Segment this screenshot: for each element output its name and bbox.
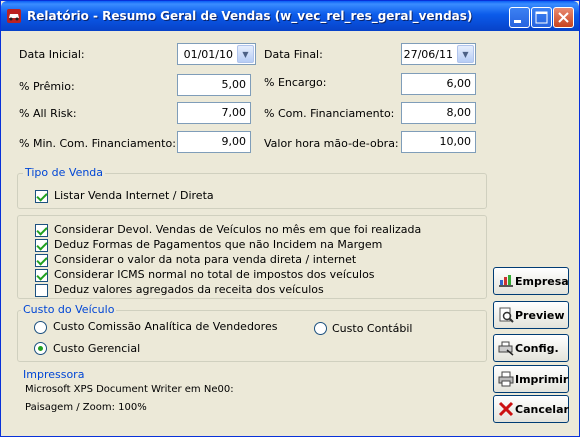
printer-name: Microsoft XPS Document Writer em Ne00: <box>25 384 234 395</box>
data-inicial-value: 01/01/10 <box>183 48 233 61</box>
custo-gerencial-radio[interactable] <box>34 342 47 355</box>
encargo-field[interactable]: 6,00 <box>401 73 476 95</box>
option-checkbox[interactable] <box>35 224 48 237</box>
option-checkbox[interactable] <box>35 239 48 252</box>
chevron-down-icon: ▼ <box>462 50 469 59</box>
minimize-icon <box>514 20 521 23</box>
data-final-value: 27/06/11 <box>403 48 453 61</box>
listar-venda-internet-checkbox[interactable] <box>35 190 48 203</box>
tipo-venda-title: Tipo de Venda <box>23 166 106 179</box>
chevron-down-icon: ▼ <box>242 50 249 59</box>
maximize-button[interactable] <box>531 7 552 28</box>
preview-button-label: Preview <box>515 309 565 322</box>
option-checkbox[interactable] <box>35 254 48 267</box>
custo-veiculo-title: Custo do Veículo <box>21 303 117 316</box>
imprimir-button[interactable]: Imprimir <box>493 365 569 393</box>
cancelar-button[interactable]: Cancelar <box>493 395 569 423</box>
config-button[interactable]: Config. <box>493 334 569 362</box>
custo-gerencial-label: Custo Gerencial <box>53 342 141 355</box>
window-title: Relatório - Resumo Geral de Vendas (w_ve… <box>27 9 473 23</box>
empresa-button-label: Empresa <box>515 275 569 288</box>
cancelar-button-label: Cancelar <box>515 403 569 416</box>
data-final-dropdown-button[interactable]: ▼ <box>457 45 474 63</box>
imprimir-button-label: Imprimir <box>515 373 569 386</box>
option-label: Considerar ICMS normal no total de impos… <box>54 268 375 281</box>
option-checkbox[interactable] <box>35 284 48 297</box>
custo-contabil-radio[interactable] <box>314 322 327 335</box>
valor-hora-field[interactable]: 10,00 <box>401 131 476 153</box>
close-icon <box>558 12 569 23</box>
title-bar[interactable]: Relatório - Resumo Geral de Vendas (w_ve… <box>1 1 579 31</box>
com-financiamento-field[interactable]: 8,00 <box>401 102 476 124</box>
option-label: Deduz Formas de Pagamentos que não Incid… <box>54 238 383 251</box>
impressora-title: Impressora <box>21 368 87 381</box>
data-inicial-dropdown-button[interactable]: ▼ <box>237 45 254 63</box>
close-button[interactable] <box>553 7 574 28</box>
listar-venda-internet-label: Listar Venda Internet / Direta <box>54 189 214 202</box>
config-button-label: Config. <box>515 342 559 355</box>
data-inicial-label: Data Inicial: <box>19 48 85 61</box>
minimize-button[interactable] <box>509 7 530 28</box>
custo-comissao-label: Custo Comissão Analítica de Vendedores <box>53 320 278 333</box>
option-label: Considerar Devol. Vendas de Veículos no … <box>54 223 422 236</box>
printer-settings-icon <box>498 341 514 356</box>
option-label: Deduz valores agregados da receita dos v… <box>54 283 324 296</box>
min-com-financiamento-field[interactable]: 9,00 <box>177 131 251 153</box>
maximize-icon <box>535 11 548 24</box>
magnifier-icon <box>499 307 514 323</box>
premio-label: % Prêmio: <box>19 80 75 93</box>
chart-icon <box>499 275 513 287</box>
valor-hora-label: Valor hora mão-de-obra: <box>264 137 399 150</box>
data-inicial-field[interactable]: 01/01/10 ▼ <box>177 43 256 65</box>
empresa-button[interactable]: Empresa <box>493 267 569 295</box>
min-com-financiamento-label: % Min. Com. Financiamento: <box>19 137 176 150</box>
report-window: Relatório - Resumo Geral de Vendas (w_ve… <box>0 0 580 437</box>
data-final-field[interactable]: 27/06/11 ▼ <box>401 43 476 65</box>
car-icon <box>7 9 21 23</box>
premio-field[interactable]: 5,00 <box>177 74 251 96</box>
option-label: Considerar o valor da nota para venda di… <box>54 253 357 266</box>
data-final-label: Data Final: <box>264 48 323 61</box>
custo-comissao-radio[interactable] <box>34 321 47 334</box>
option-checkbox[interactable] <box>35 269 48 282</box>
cancel-x-icon <box>498 401 514 417</box>
printer-layout: Paisagem / Zoom: 100% <box>25 402 147 413</box>
all-risk-field[interactable]: 7,00 <box>177 102 251 124</box>
preview-button[interactable]: Preview <box>493 301 569 329</box>
encargo-label: % Encargo: <box>264 76 327 89</box>
all-risk-label: % All Risk: <box>19 107 77 120</box>
printer-icon <box>498 371 514 387</box>
custo-contabil-label: Custo Contábil <box>332 322 413 335</box>
com-financiamento-label: % Com. Financiamento: <box>264 107 395 120</box>
